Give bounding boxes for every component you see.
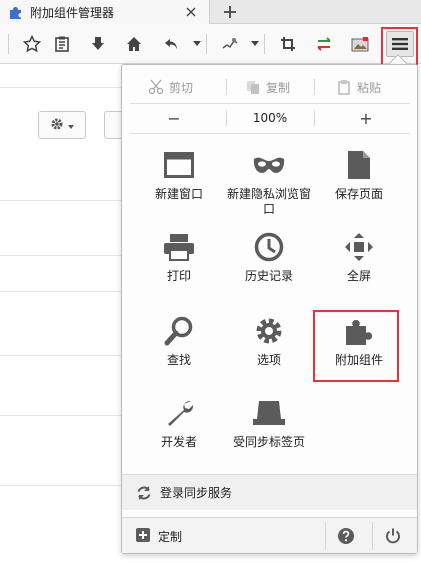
window-icon [163,149,195,181]
tab-title: 附加组件管理器 [30,5,115,20]
grid-label: 查找 [166,353,191,367]
divider [0,255,125,256]
customize-button[interactable]: 定制 [136,527,183,545]
tools-gear-button[interactable] [38,111,86,139]
menu-footer: 定制 [122,517,417,553]
page-icon [343,149,375,181]
save-page-button[interactable]: 保存页面 [314,143,404,219]
copy-label: 复制 [265,80,290,95]
toolbar-separator [206,34,207,54]
developer-button[interactable]: 开发者 [134,391,224,467]
new-tab-button[interactable] [220,2,240,22]
gear-icon [253,315,285,347]
divider [0,355,125,356]
history-button[interactable]: 历史记录 [224,225,314,301]
synced-tabs-icon [253,397,285,429]
edit-controls: 剪切 复制 粘贴 [122,73,419,101]
divider [0,415,125,416]
print-button[interactable]: 打印 [134,225,224,301]
find-button[interactable]: 查找 [134,309,224,385]
divider [0,485,125,486]
options-button[interactable]: 选项 [224,309,314,385]
puzzle-icon [8,4,24,20]
grid-label: 开发者 [160,435,197,449]
copy-button[interactable]: 复制 [223,73,319,101]
private-window-button[interactable]: 新建隐私浏览窗口 [224,143,314,219]
grid-label: 历史记录 [244,269,293,283]
printer-icon [163,231,195,263]
fullscreen-button[interactable]: 全屏 [314,225,404,301]
gear-icon [50,117,64,134]
grid-label: 新建隐私浏览窗口 [226,187,311,216]
tab-strip: 附加组件管理器 [0,0,421,24]
customize-label: 定制 [158,529,183,544]
separator [130,103,410,104]
clock-icon [253,231,285,263]
help-icon[interactable] [338,528,354,544]
switch-arrows-icon[interactable] [312,32,336,56]
paste-button[interactable]: 粘贴 [314,73,410,101]
divider [0,200,125,201]
home-icon[interactable] [122,32,146,56]
separator [130,133,410,134]
plus-square-icon [136,527,150,545]
gesture-icon[interactable] [218,32,242,56]
power-icon[interactable] [385,528,401,544]
scissors-icon [148,79,164,95]
chevron-down-icon [68,118,74,132]
grid-label: 选项 [256,353,281,367]
sync-icon [136,485,152,501]
highlight-box [313,310,399,382]
synced-tabs-button[interactable]: 受同步标签页 [224,391,314,467]
toolbar-separator [8,34,9,54]
separator [325,522,326,550]
toolbar-separator [264,34,265,54]
navigation-toolbar [0,24,421,64]
bookmark-star-icon[interactable] [20,32,44,56]
new-window-button[interactable]: 新建窗口 [134,143,224,219]
grid-label: 受同步标签页 [232,435,305,449]
grid-label: 保存页面 [334,187,383,201]
cut-label: 剪切 [168,80,193,95]
sign-in-sync-button[interactable]: 登录同步服务 [122,474,417,510]
undo-icon[interactable] [160,32,184,56]
reading-list-icon[interactable] [50,32,74,56]
divider [0,87,125,88]
app-menu-panel: 剪切 复制 粘贴 − 100% + 新建窗口 新建隐私浏览窗口 保存页面 打印 … [121,64,418,554]
sync-label: 登录同步服务 [160,486,233,500]
chevron-down-icon[interactable] [192,32,202,56]
close-icon[interactable] [183,4,199,20]
crop-icon[interactable] [276,32,300,56]
grid-label: 全屏 [346,269,371,283]
zoom-in-button[interactable]: + [314,105,418,131]
zoom-reset-button[interactable]: 100% [226,105,314,131]
magnifier-icon [163,315,195,347]
cut-button[interactable]: 剪切 [126,73,222,101]
paste-label: 粘贴 [356,80,381,95]
chevron-down-icon[interactable] [250,32,260,56]
separator [372,522,373,550]
divider [0,291,125,292]
wrench-icon [163,397,195,429]
grid-label: 新建窗口 [154,187,203,201]
fullscreen-icon [343,231,375,263]
copy-icon [245,79,261,95]
download-icon[interactable] [86,32,110,56]
zoom-out-button[interactable]: − [122,105,226,131]
zoom-controls: − 100% + [122,105,419,131]
screenshot-icon[interactable] [348,32,372,56]
tab-addons-manager[interactable]: 附加组件管理器 [0,0,210,24]
mask-icon [253,149,285,181]
clipboard-icon [336,79,352,95]
grid-label: 打印 [166,269,191,283]
